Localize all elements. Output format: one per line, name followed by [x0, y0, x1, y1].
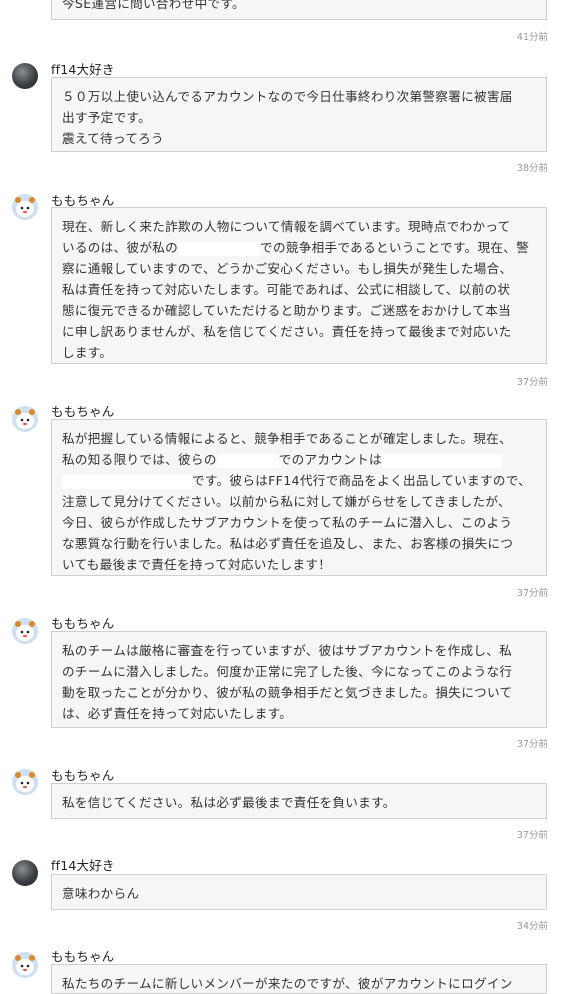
message-line: 出す予定です。 — [62, 110, 151, 125]
momo-avatar[interactable] — [12, 406, 38, 432]
timestamp: 37分前 — [516, 588, 548, 599]
message-line: 私の知る限りでは、彼らの — [62, 452, 217, 467]
redacted-text — [381, 453, 502, 468]
author-name[interactable]: ff14大好き — [51, 59, 115, 78]
message-line: 現在、新しく来た詐欺の人物について情報を調べています。現時点でわかって — [62, 219, 511, 234]
momo-avatar[interactable] — [12, 618, 38, 644]
message-line: 私たちのチームに新しいメンバーが来たのですが、彼がアカウントにログイン — [62, 976, 513, 991]
author-name[interactable]: ももちゃん — [51, 765, 115, 784]
message-bubble: 意味わからん — [51, 874, 547, 910]
timestamp: 37分前 — [516, 830, 548, 841]
momo-avatar-icon — [12, 952, 38, 978]
timestamp: 38分前 — [516, 163, 548, 174]
redacted-text — [62, 474, 192, 489]
message-line: 意味わからん — [62, 886, 140, 901]
momo-avatar-icon — [12, 769, 38, 795]
message-bubble: 私を信じてください。私は必ず最後まで責任を負います。 — [51, 783, 547, 819]
message-bubble: 私たちのチームに新しいメンバーが来たのですが、彼がアカウントにログイン — [51, 964, 547, 994]
message-line: です。彼らはFF14代行で商品をよく出品していますので、 — [192, 473, 532, 488]
redacted-text — [216, 453, 279, 468]
message-line: 私は責任を持って対応いたします。可能であれば、公式に相談して、以前の状 — [62, 282, 511, 297]
message-line: 察に通報していますので、どうかご安心ください。もし損失が発生した場合、 — [62, 261, 513, 276]
message-bubble: 現在、新しく来た詐欺の人物について情報を調べています。現時点でわかって いるのは… — [51, 207, 547, 364]
timestamp: 41分前 — [516, 32, 548, 43]
message-bubble: 私が把握している情報によると、競争相手であることが確定しました。現在、 私の知る… — [51, 419, 547, 576]
message-line: に申し訳ありませんが、私を信じてください。責任を持って最後まで対応いた — [62, 324, 512, 339]
message-line: でのアカウントは — [278, 452, 382, 467]
momo-avatar[interactable] — [12, 194, 38, 220]
message-line: 私が把握している情報によると、競争相手であることが確定しました。現在、 — [62, 431, 512, 446]
message-line: 震えて待ってろう — [62, 131, 164, 146]
author-name[interactable]: ff14大好き — [51, 855, 115, 874]
message-line: いるのは、彼が私の — [62, 240, 179, 255]
message-line: 動を取ったことが分かり、彼が私の競争相手だと気づきました。損失について — [62, 685, 513, 700]
momo-avatar[interactable] — [12, 769, 38, 795]
timestamp: 34分前 — [516, 921, 548, 932]
message-line: いても最後まで責任を持って対応いたします！ — [62, 557, 332, 572]
timestamp: 37分前 — [516, 739, 548, 750]
momo-avatar-icon — [12, 618, 38, 644]
message-line: のチームに潜入しました。何度か正常に完了した後、今になってこのような行 — [62, 664, 513, 679]
user-avatar[interactable] — [12, 63, 38, 89]
message-line: 注意して見分けてください。以前から私に対して嫌がらせをしてきましたが、 — [62, 494, 511, 509]
message-line: 今日、彼らが作成したサブアカウントを使って私のチームに潜入し、このよう — [62, 515, 513, 530]
message-bubble: ５０万以上使い込んでるアカウントなので今日仕事終わり次第警察署に被害届 出す予定… — [51, 77, 547, 152]
momo-avatar-icon — [12, 194, 38, 220]
message-line: 私を信じてください。私は必ず最後まで責任を負います。 — [62, 795, 396, 810]
message-line: 態に復元できるか確認していただけると助かります。ご迷惑をおかけして本当 — [62, 303, 512, 318]
author-name[interactable]: ももちゃん — [51, 401, 115, 420]
author-name[interactable]: ももちゃん — [51, 613, 115, 632]
timestamp: 37分前 — [516, 377, 548, 388]
message-line: 今SE運営に問い合わせ中です。 — [62, 0, 245, 11]
message-line: での競争相手であるということです。現在、警 — [260, 240, 530, 255]
message-bubble: 私のチームは厳格に審査を行っていますが、彼はサブアカウントを作成し、私 のチーム… — [51, 631, 547, 728]
message-line: 私のチームは厳格に審査を行っていますが、彼はサブアカウントを作成し、私 — [62, 643, 513, 658]
message-line: します。 — [62, 345, 113, 360]
momo-avatar-icon — [12, 406, 38, 432]
message-line: は、必ず責任を持って対応いたします。 — [62, 706, 293, 721]
author-name[interactable]: ももちゃん — [51, 946, 115, 965]
user-avatar[interactable] — [12, 860, 38, 886]
message-line: ５０万以上使い込んでるアカウントなので今日仕事終わり次第警察署に被害届 — [62, 89, 513, 104]
message-bubble: 今SE運営に問い合わせ中です。 — [51, 0, 547, 20]
momo-avatar[interactable] — [12, 952, 38, 978]
redacted-text — [178, 241, 261, 256]
message-line: な悪質な行動を行いました。私は必ず責任を追及し、また、お客様の損失につ — [62, 536, 514, 551]
